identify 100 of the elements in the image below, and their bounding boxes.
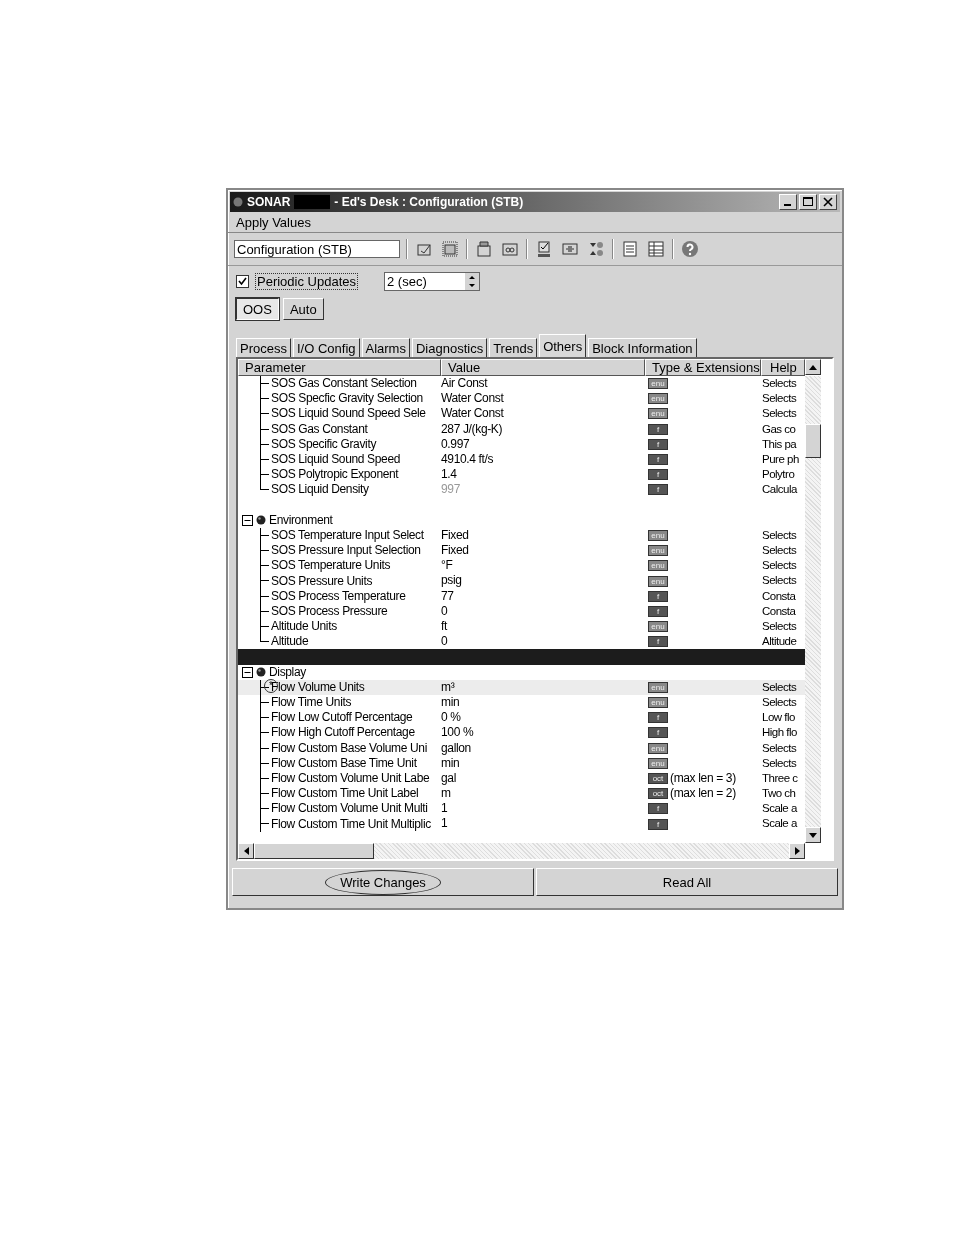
parameter-name: SOS Liquid Sound Speed: [271, 452, 401, 468]
scroll-up-button[interactable]: [805, 359, 821, 375]
parameter-value[interactable]: 1.4: [441, 467, 645, 483]
help-text: Selects: [761, 391, 798, 407]
tab[interactable]: Others: [539, 334, 587, 357]
minimize-icon[interactable]: [779, 194, 797, 210]
menu-item[interactable]: Apply Values: [236, 214, 311, 230]
tab[interactable]: Trends: [489, 338, 538, 357]
parameter-value[interactable]: 77: [441, 588, 645, 604]
help-icon[interactable]: [680, 239, 700, 259]
type-badge: enu: [648, 408, 668, 420]
collapse-icon[interactable]: [242, 666, 253, 678]
parameter-value[interactable]: ft: [441, 619, 645, 635]
parameter-name: SOS Pressure Input Selection: [271, 543, 421, 559]
parameter-value[interactable]: Air Const: [441, 376, 645, 392]
parameter-value[interactable]: psig: [441, 573, 645, 589]
column-header[interactable]: Value: [441, 359, 645, 376]
parameter-value[interactable]: 0: [441, 603, 645, 619]
parameter-value[interactable]: gallon: [441, 740, 645, 756]
scrollbar-thumb[interactable]: [805, 424, 821, 458]
parameter-value[interactable]: min: [441, 755, 645, 771]
up-arrow-icon: [809, 364, 817, 370]
tab[interactable]: Process: [236, 338, 291, 357]
help-text: Low flo: [761, 710, 796, 726]
parameter-value[interactable]: gal: [441, 770, 645, 787]
parameter-value[interactable]: m³: [441, 679, 645, 695]
parameter-value[interactable]: 1: [441, 801, 645, 817]
vertical-scrollbar[interactable]: [805, 376, 821, 843]
type-badge: enu: [648, 697, 668, 709]
column-header[interactable]: Parameter: [238, 359, 441, 376]
help-text: Gas co: [761, 421, 797, 437]
help-text: Scale a: [761, 816, 799, 832]
horizontal-scrollbar[interactable]: [238, 843, 805, 859]
parameter-name: Flow Custom Time Unit Label: [271, 786, 419, 802]
parameter-value[interactable]: m: [441, 786, 645, 802]
collapse-icon[interactable]: [242, 514, 253, 526]
list-view-icon[interactable]: [620, 239, 640, 259]
parameter-value[interactable]: Water Const: [441, 406, 645, 422]
table-view-icon[interactable]: [646, 239, 666, 259]
parameter-value[interactable]: Fixed: [441, 543, 645, 559]
type-badge: oct: [648, 772, 668, 784]
type-badge: f: [648, 438, 668, 450]
type-badge: enu: [648, 757, 668, 769]
parameter-name: Altitude: [271, 634, 309, 650]
parameter-value[interactable]: 287 J/(kg-K): [441, 421, 645, 437]
interval-spinner[interactable]: 2 (sec): [384, 271, 480, 291]
type-extension: (max len = 2): [670, 786, 736, 802]
down-arrow-icon[interactable]: [809, 832, 817, 838]
spinner-arrows-icon[interactable]: [465, 272, 479, 290]
block-field[interactable]: Configuration (STB): [234, 240, 400, 258]
parameter-name: SOS Gas Constant: [271, 421, 368, 437]
parameter-name: Flow Low Cutoff Percentage: [271, 710, 413, 726]
clipboard-icon[interactable]: [474, 239, 494, 259]
tab[interactable]: I/O Config: [292, 338, 360, 357]
edit-selection-icon[interactable]: [440, 239, 460, 259]
parameter-value[interactable]: min: [441, 694, 645, 711]
parameter-value[interactable]: 0.997: [441, 436, 645, 452]
column-header[interactable]: Type & Extensions: [645, 359, 761, 376]
parameter-value[interactable]: °F: [441, 558, 645, 574]
help-text: Consta: [761, 603, 797, 619]
type-badge: f: [648, 605, 668, 617]
right-arrow-icon[interactable]: [794, 847, 800, 855]
parameter-value[interactable]: 0: [441, 634, 645, 650]
tab[interactable]: Alarms: [361, 338, 410, 357]
type-badge: enu: [648, 621, 668, 633]
help-text: Three c: [761, 770, 799, 786]
parameter-value[interactable]: Fixed: [441, 527, 645, 544]
type-badge: enu: [648, 393, 668, 405]
parameter-name: Flow Custom Volume Unit Multi: [271, 801, 428, 817]
tab[interactable]: Diagnostics: [411, 338, 488, 357]
parameter-name: SOS Temperature Units: [271, 558, 391, 574]
checkbox[interactable]: [236, 274, 249, 288]
parameter-value[interactable]: 1: [441, 816, 645, 832]
mode-button[interactable]: OOS: [236, 298, 279, 320]
type-badge: f: [648, 590, 668, 602]
maximize-icon[interactable]: [799, 194, 817, 210]
parameter-value[interactable]: 100 %: [441, 725, 645, 741]
type-badge: f: [648, 727, 668, 739]
checkbox-label[interactable]: Periodic Updates: [255, 272, 358, 290]
parameter-name: SOS Gas Constant Selection: [271, 376, 417, 392]
group-label[interactable]: Environment: [269, 512, 333, 528]
help-text: Selects: [761, 558, 798, 574]
left-arrow-icon[interactable]: [243, 847, 249, 855]
help-text: Calcula: [761, 482, 799, 498]
type-badge: f: [648, 469, 668, 481]
type-badge: f: [648, 423, 668, 435]
column-header[interactable]: Help: [761, 359, 805, 376]
group-label[interactable]: Display: [269, 664, 306, 680]
tab[interactable]: Block Information: [588, 338, 697, 357]
parameter-value[interactable]: Water Const: [441, 391, 645, 407]
type-badge: enu: [648, 575, 668, 587]
type-badge: f: [648, 818, 668, 830]
parameter-name: SOS Liquid Density: [271, 482, 369, 498]
mode-button[interactable]: Auto: [282, 298, 324, 320]
help-text: High flo: [761, 725, 798, 741]
close-icon[interactable]: [819, 194, 837, 210]
action-button[interactable]: Write Changes: [232, 868, 534, 896]
action-button[interactable]: Read All: [536, 868, 838, 896]
parameter-value[interactable]: 0 %: [441, 710, 645, 726]
parameter-value[interactable]: 4910.4 ft/s: [441, 451, 645, 468]
